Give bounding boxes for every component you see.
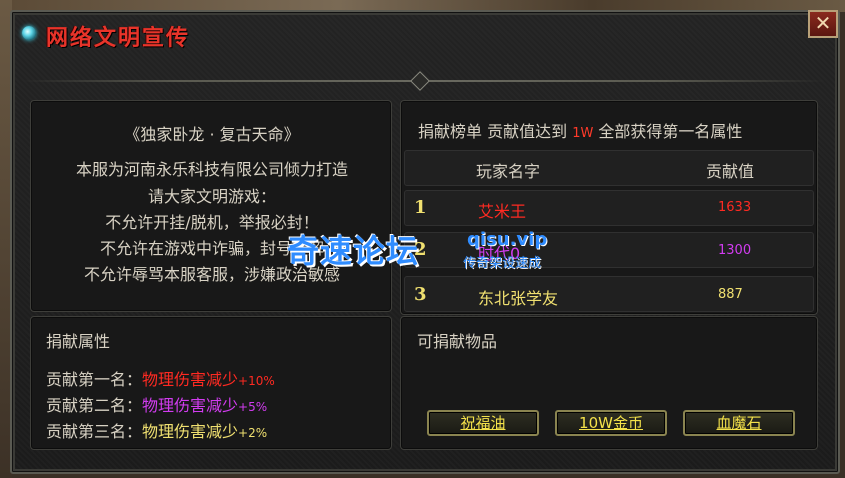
dialog-title: 网络文明宣传 — [46, 26, 191, 51]
attribute-label: 贡献第一名： — [46, 370, 143, 389]
attribute-name: 物理伤害减少 — [142, 370, 239, 389]
donate-items-title: 可捐献物品 — [417, 332, 498, 351]
watermark-logo: 奇速论坛 — [287, 232, 420, 270]
donate-blood-stone-button[interactable]: 血魔石 — [683, 410, 795, 436]
attribute-bonus: +2% — [238, 426, 268, 440]
watermark-slogan: 传奇架设速成 — [463, 256, 542, 271]
contribution-value: 1633 — [718, 200, 752, 215]
ranking-header-suffix: 全部获得第一名属性 — [598, 122, 743, 141]
table-row[interactable] — [404, 190, 814, 226]
table-row[interactable] — [404, 276, 814, 312]
attribute-line: 贡献第二名：物理伤害减少+5% — [46, 392, 267, 416]
watermark-domain: qisu.vip — [467, 229, 548, 250]
player-name: 艾米王 — [478, 202, 527, 221]
rank-number: 3 — [414, 284, 427, 305]
attribute-bonus: +10% — [238, 374, 275, 388]
attribute-name: 物理伤害减少 — [142, 422, 239, 441]
player-name: 东北张学友 — [478, 289, 559, 308]
title-orb-icon — [22, 26, 36, 40]
donate-gold-button[interactable]: 10W金币 — [555, 410, 667, 436]
attribute-name: 物理伤害减少 — [142, 396, 239, 415]
intro-panel: 《独家卧龙 · 复古天命》 本服为河南永乐科技有限公司倾力打造 请大家文明游戏：… — [30, 100, 392, 312]
rank-number: 1 — [414, 197, 427, 218]
ranking-header: 捐献榜单 贡献值达到 1W 全部获得第一名属性 — [418, 118, 742, 142]
column-player-name: 玩家名字 — [476, 162, 541, 181]
column-contribution: 贡献值 — [706, 162, 755, 181]
server-name: 《独家卧龙 · 复古天命》 — [124, 125, 300, 144]
close-button[interactable]: ✕ — [808, 10, 838, 38]
attribute-bonus: +5% — [238, 400, 268, 414]
attribute-label: 贡献第三名： — [46, 422, 143, 441]
attribute-line: 贡献第一名：物理伤害减少+10% — [46, 366, 275, 390]
donate-blessing-oil-button[interactable]: 祝福油 — [427, 410, 539, 436]
attributes-title: 捐献属性 — [46, 332, 111, 351]
attribute-line: 贡献第三名：物理伤害减少+2% — [46, 418, 267, 442]
contribution-value: 887 — [718, 287, 743, 302]
attribute-label: 贡献第二名： — [46, 396, 143, 415]
ranking-threshold: 1W — [572, 126, 594, 141]
ranking-header-prefix: 捐献榜单 贡献值达到 — [418, 122, 568, 141]
intro-line: 本服为河南永乐科技有限公司倾力打造 — [75, 160, 348, 179]
intro-line: 请大家文明游戏： — [147, 187, 276, 206]
contribution-value: 1300 — [718, 243, 752, 258]
